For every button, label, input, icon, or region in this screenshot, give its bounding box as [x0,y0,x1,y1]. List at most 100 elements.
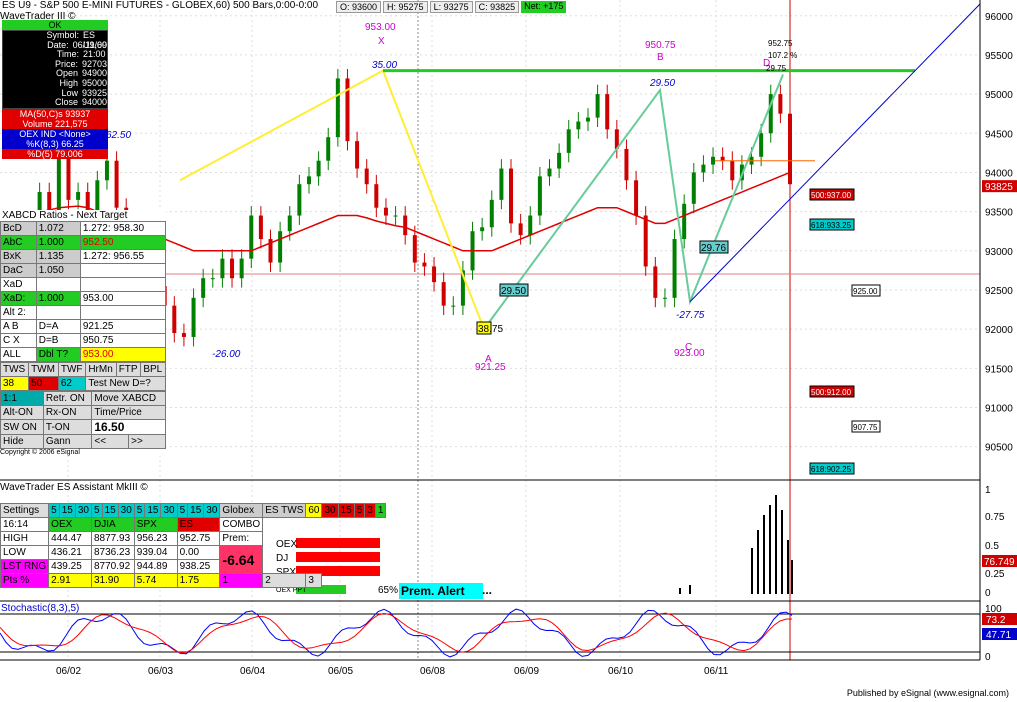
tab-value[interactable]: Test New D=? [85,376,166,391]
control-button[interactable]: >> [128,434,166,449]
row-label: LOW [0,545,50,560]
tab-twf[interactable]: TWF [57,362,87,377]
tab-twm[interactable]: TWM [28,362,59,377]
candle-body [403,215,408,236]
tab-value[interactable]: 62 [57,376,87,391]
control-button[interactable]: Gann [42,434,93,449]
ok-badge[interactable]: OK [2,20,108,30]
tab-ftp[interactable]: FTP [115,362,142,377]
xabcd-cell: 953.00 [79,291,167,306]
time-cell: 16:14 [0,517,50,532]
candle-body [412,235,417,263]
interval-button[interactable]: 5 [91,503,103,518]
candle-body [383,207,388,216]
xabcd-cell[interactable]: BxK [0,249,37,264]
control-button[interactable]: T-ON [42,419,93,435]
x-price-label: 953.00 [365,22,396,33]
xabcd-cell[interactable]: D=B [35,333,81,348]
xabcd-cell[interactable]: A B [0,319,37,334]
page-button[interactable]: 1 [219,573,264,588]
interval-button[interactable]: 15 [144,503,162,518]
xabcd-cell: 921.25 [79,319,167,334]
interval-button[interactable]: 15 [58,503,76,518]
candle-body [181,333,186,337]
xabcd-cell[interactable]: DaC [0,263,37,278]
xabcd-cell[interactable]: 1.135 [35,249,81,264]
xabcd-cell: 953.00 [79,347,167,362]
xabcd-cell[interactable] [35,305,81,320]
control-button[interactable]: 16.50 [91,419,166,435]
candle-body [335,78,340,138]
xabcd-cell[interactable]: XaD [0,277,37,292]
xabcd-cell [79,305,167,320]
value-cell: 5.74 [133,573,178,588]
xabcd-cell[interactable]: XaD: [0,291,37,306]
candle-body [104,160,109,181]
xabcd-cell[interactable]: C X [0,333,37,348]
xabcd-title: XABCD Ratios - Next Target [0,210,166,221]
control-button[interactable]: SW ON [0,419,44,435]
tab-value[interactable]: 38 [0,376,30,391]
value-cell: 1.75 [176,573,221,588]
candle-body [585,117,590,122]
tab-value[interactable]: 50 [28,376,59,391]
interval-button[interactable]: 15 [187,503,205,518]
xabcd-cell[interactable]: Alt 2: [0,305,37,320]
control-button[interactable]: Move XABCD [91,391,166,406]
xabcd-cell[interactable]: AbC [0,235,37,250]
xabcd-cell [79,263,167,278]
interval-button[interactable]: 5 [176,503,189,518]
tab-tws[interactable]: TWS [0,362,30,377]
candle-body [326,137,331,161]
candle-body [595,94,600,118]
xabcd-cell[interactable]: BcD [0,221,37,236]
xabcd-cell[interactable]: Dbl T? [35,347,81,362]
interval-button[interactable]: 5 [133,503,146,518]
candle-body [682,203,687,240]
xabcd-row: BcD 1.072 1.272: 958.30 [0,221,167,236]
xabcd-cell[interactable]: 1.000 [35,291,81,306]
pattern-point-label: X [378,36,385,47]
xabcd-cell[interactable]: 1.072 [35,221,81,236]
x-tick-label: 06/04 [240,666,265,677]
control-button[interactable]: Alt-ON [0,405,44,420]
x-tick-label: 06/02 [56,666,81,677]
xabcd-cell[interactable]: D=A [35,319,81,334]
control-button[interactable]: Time/Price [91,405,166,420]
interval-button[interactable]: 5 [48,503,60,518]
footer: Published by eSignal (www.esignal.com) [846,688,1009,698]
x-tick-label: 06/03 [148,666,173,677]
interval-button[interactable]: 15 [101,503,119,518]
control-button[interactable]: 1:1 [0,391,44,406]
interval-button[interactable]: 30 [203,503,221,518]
control-button[interactable]: << [91,434,130,449]
control-button[interactable]: Rx-ON [42,405,93,420]
col-header: ES [176,517,221,532]
candle-body [662,297,667,299]
xabcd-cell[interactable]: 1.000 [35,235,81,250]
tws-value: 30 [321,503,339,518]
settings-button[interactable]: Settings [0,503,50,518]
ohlc-l: L: 93275 [429,1,473,13]
y-tick-label: 93000 [985,247,1013,258]
interval-button[interactable]: 30 [74,503,92,518]
prem-alert-button[interactable]: Prem. Alert [399,583,483,599]
xabcd-cell[interactable] [35,277,81,292]
candle-body [306,176,311,185]
interval-button[interactable]: 30 [160,503,178,518]
xabcd-cell[interactable]: 1.050 [35,263,81,278]
d-sub-label: 29.75 [766,64,787,73]
xabcd-cell[interactable]: ALL [0,347,37,362]
page-button[interactable]: 2 [262,573,307,588]
control-button[interactable]: Hide [0,434,44,449]
tab-hrmn[interactable]: HrMn [85,362,117,377]
xabcd-cell: 1.272: 956.55 [79,249,167,264]
interval-button[interactable]: 30 [117,503,135,518]
tab-bpl[interactable]: BPL [140,362,166,377]
page-button[interactable]: 3 [305,573,323,588]
candle-body [441,282,446,306]
candle-body [489,199,494,228]
candle-body [730,160,735,181]
volume-axis-label: 0.75 [985,512,1005,523]
control-button[interactable]: Retr. ON [42,391,93,406]
